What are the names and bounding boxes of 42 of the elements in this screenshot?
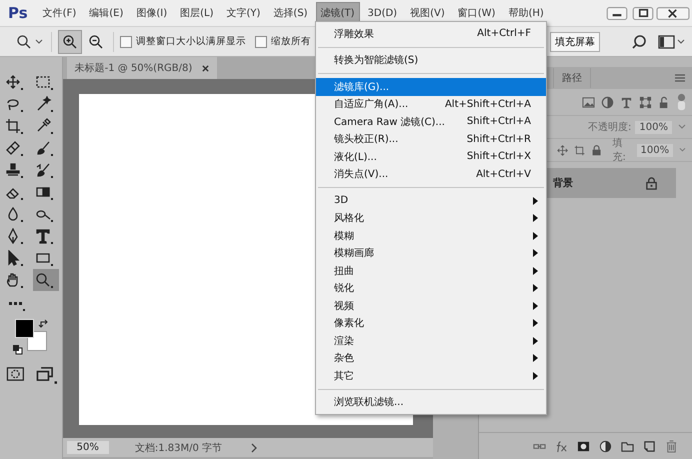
menu-item[interactable]: 选择(S): [268, 2, 313, 24]
menu-item[interactable]: 其它: [316, 367, 546, 384]
checkbox-label: 调整窗口大小以满屏显示: [136, 35, 246, 48]
menu-item[interactable]: 窗口(W): [452, 2, 500, 24]
menu-item[interactable]: 锐化: [316, 280, 546, 297]
menu-item[interactable]: 视图(V): [405, 2, 450, 24]
menu-item[interactable]: 液化(L)... Shift+Ctrl+X: [316, 148, 546, 166]
opacity-field[interactable]: 100%: [635, 120, 672, 134]
app-logo[interactable]: Ps: [8, 4, 28, 22]
menu-item[interactable]: 滤镜库(G)...: [316, 78, 546, 96]
menu-item[interactable]: 浮雕效果 Alt+Ctrl+F: [316, 25, 546, 42]
menu-item[interactable]: 转换为智能滤镜(S): [316, 52, 546, 69]
panel-tab[interactable]: 路径: [553, 68, 592, 88]
document-title: 未标题-1 @ 50%(RGB/8): [74, 62, 192, 75]
menu-item[interactable]: 风格化: [316, 210, 546, 227]
fill-screen-button[interactable]: 填充屏幕: [550, 32, 600, 52]
menu-item[interactable]: 浏览联机滤镜...: [316, 394, 546, 411]
menu-item[interactable]: 文件(F): [38, 2, 82, 24]
menu-item[interactable]: 帮助(H): [503, 2, 549, 24]
menu-item[interactable]: 自适应广角(A)... Alt+Shift+Ctrl+A: [316, 96, 546, 113]
menu-item[interactable]: Camera Raw 滤镜(C)... Shift+Ctrl+A: [316, 113, 546, 130]
menu-item[interactable]: 扭曲: [316, 262, 546, 280]
zoom-level-field[interactable]: 50%: [66, 441, 109, 454]
opacity-label: 不透明度:: [588, 120, 632, 134]
menu-item[interactable]: 图层(L): [175, 2, 218, 24]
menu-item[interactable]: 杂色: [316, 350, 546, 367]
menu-item[interactable]: 镜头校正(R)... Shift+Ctrl+R: [316, 130, 546, 148]
layer-name: 背景: [553, 176, 574, 190]
menu-item[interactable]: 像素化: [316, 314, 546, 332]
menu-item[interactable]: 模糊: [316, 227, 546, 244]
menu-item[interactable]: 编辑(E): [84, 2, 128, 24]
document-info: 文档:1.83M/0 字节: [134, 442, 222, 454]
menu-item[interactable]: 模糊画廊: [316, 244, 546, 262]
fill-label: 填充:: [612, 136, 627, 164]
menu-item[interactable]: 图像(I): [131, 2, 172, 24]
menu-item[interactable]: 3D(D): [362, 4, 402, 22]
document-tab[interactable]: 未标题-1 @ 50%(RGB/8): [66, 57, 218, 79]
menu-item[interactable]: 文字(Y): [222, 2, 266, 24]
checkbox-label: 缩放所有: [271, 35, 311, 48]
menu-item[interactable]: 视频: [316, 297, 546, 314]
menu-item[interactable]: 渲染: [316, 332, 546, 350]
fill-field[interactable]: 100%: [636, 144, 674, 156]
